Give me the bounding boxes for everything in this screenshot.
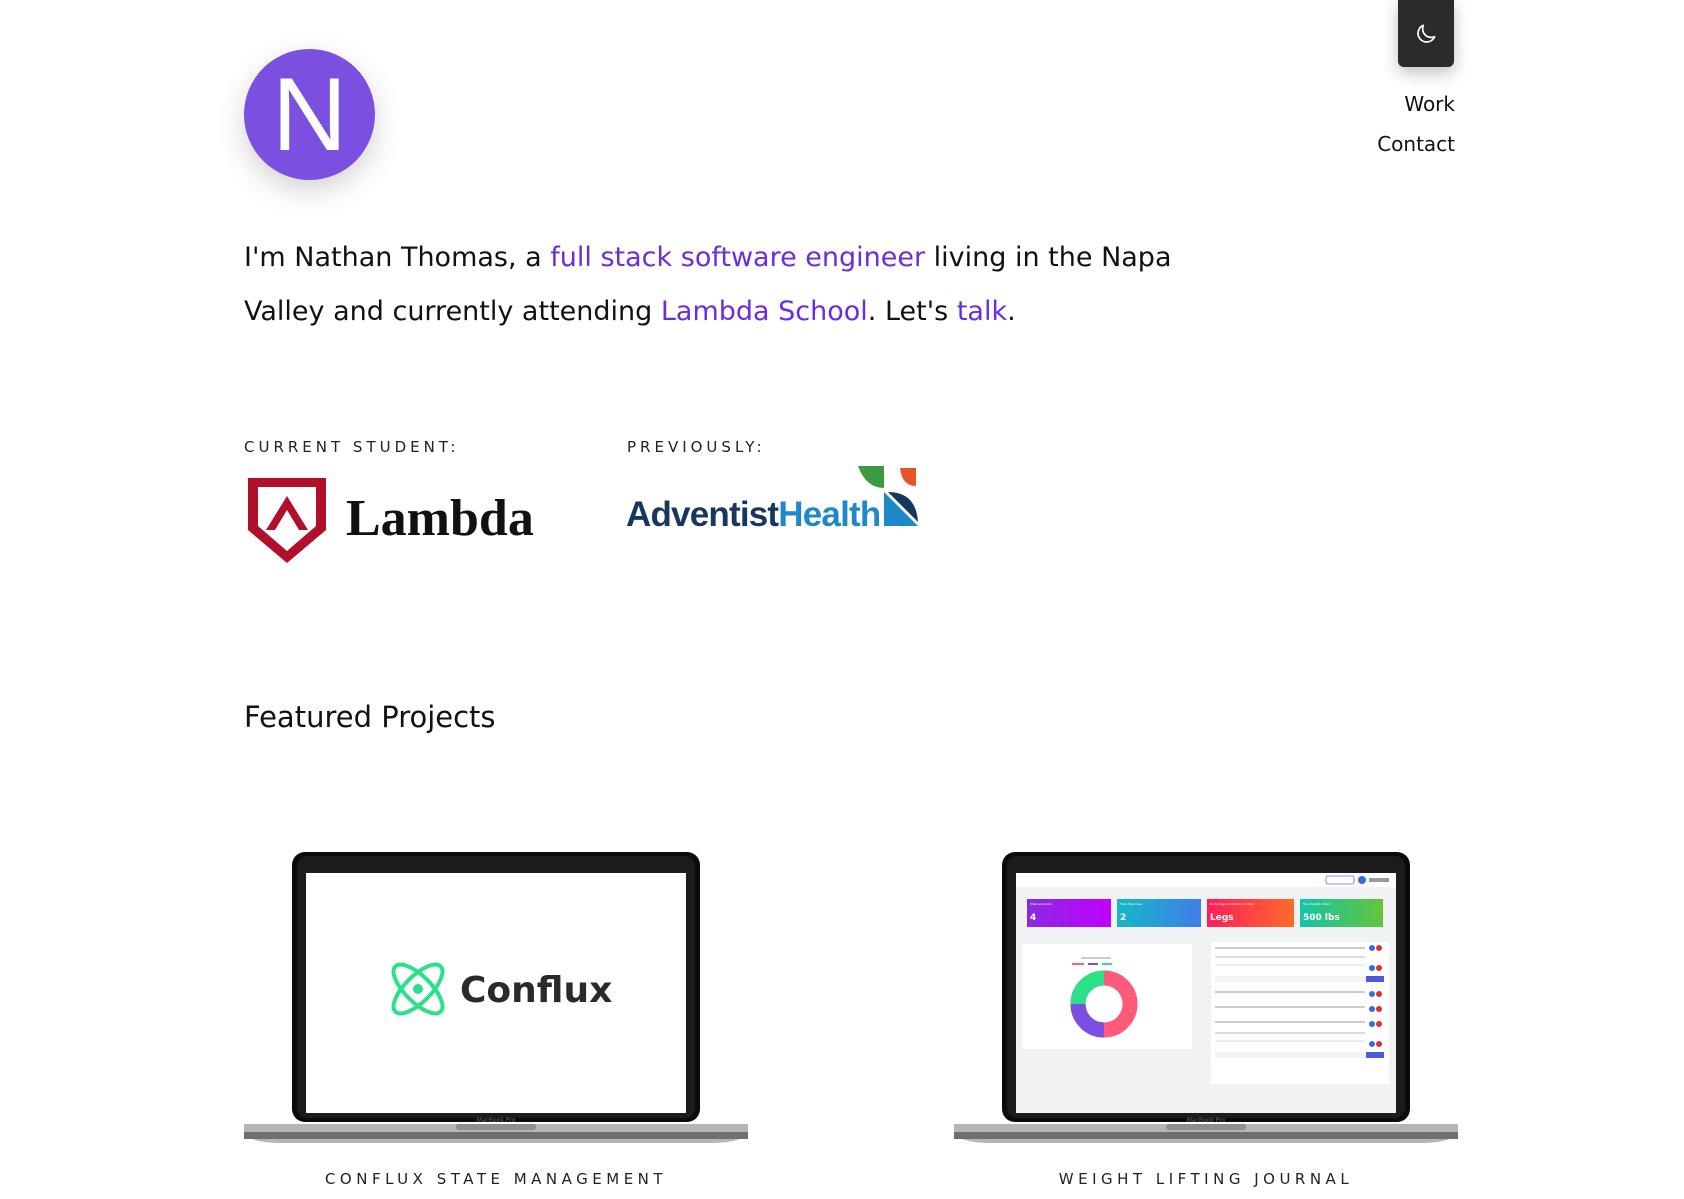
lambda-logo-text: Lambda — [346, 490, 534, 547]
project-caption-weight-lifting[interactable]: WEIGHT LIFTING JOURNAL — [954, 1170, 1458, 1188]
adventist-health-logo: AdventistHealth — [626, 466, 918, 534]
stat-label: Total workouts — [1029, 902, 1052, 906]
link-full-stack-engineer[interactable]: full stack software engineer — [550, 242, 925, 273]
laptop-model-label: MacBook Pro — [1187, 1117, 1226, 1124]
project-caption-conflux[interactable]: CONFLUX STATE MANAGEMENT — [244, 1170, 748, 1188]
stat-value: 2 — [1120, 913, 1126, 923]
stat-value: 500 lbs — [1303, 913, 1340, 923]
health-word: Health — [778, 495, 880, 534]
stat-value: 4 — [1030, 913, 1036, 923]
adventist-logo-text: AdventistHealth — [626, 495, 880, 534]
current-student-caption: CURRENT STUDENT: — [244, 438, 460, 456]
intro-text-part: . Let's — [867, 296, 957, 327]
conflux-project-laptop[interactable]: MacBook Pro Conflux — [244, 852, 748, 1147]
previously-caption: PREVIOUSLY: — [627, 438, 766, 456]
featured-projects-title: Featured Projects — [244, 700, 496, 734]
stat-label: Total Exercises — [1119, 902, 1142, 906]
avatar[interactable]: N — [244, 49, 375, 180]
adventist-word: Adventist — [626, 495, 779, 534]
stat-label: Body Region Worked on Most — [1210, 902, 1255, 906]
conflux-logo-text: Conflux — [460, 970, 612, 1011]
nav-link-work[interactable]: Work — [1377, 84, 1455, 124]
weight-lifting-project-laptop[interactable]: Total workouts 4 Total Exercises 2 Body … — [954, 852, 1458, 1147]
link-lambda-school[interactable]: Lambda School — [661, 296, 868, 327]
nav-link-contact[interactable]: Contact — [1377, 124, 1455, 164]
theme-toggle-button[interactable] — [1398, 0, 1454, 67]
stat-label: Max Weight Lifted — [1303, 902, 1330, 906]
lambda-logo: Lambda — [248, 478, 534, 563]
link-talk[interactable]: talk — [957, 296, 1007, 327]
moon-icon — [1417, 23, 1436, 43]
intro-text-part: . — [1007, 296, 1016, 327]
main-nav: Work Contact — [1377, 84, 1455, 164]
stat-value: Legs — [1210, 913, 1234, 923]
laptop-model-label: MacBook Pro — [477, 1117, 516, 1124]
intro-text-part: I'm Nathan Thomas, a — [244, 242, 551, 273]
intro-text: I'm Nathan Thomas, a full stack software… — [244, 231, 1224, 339]
